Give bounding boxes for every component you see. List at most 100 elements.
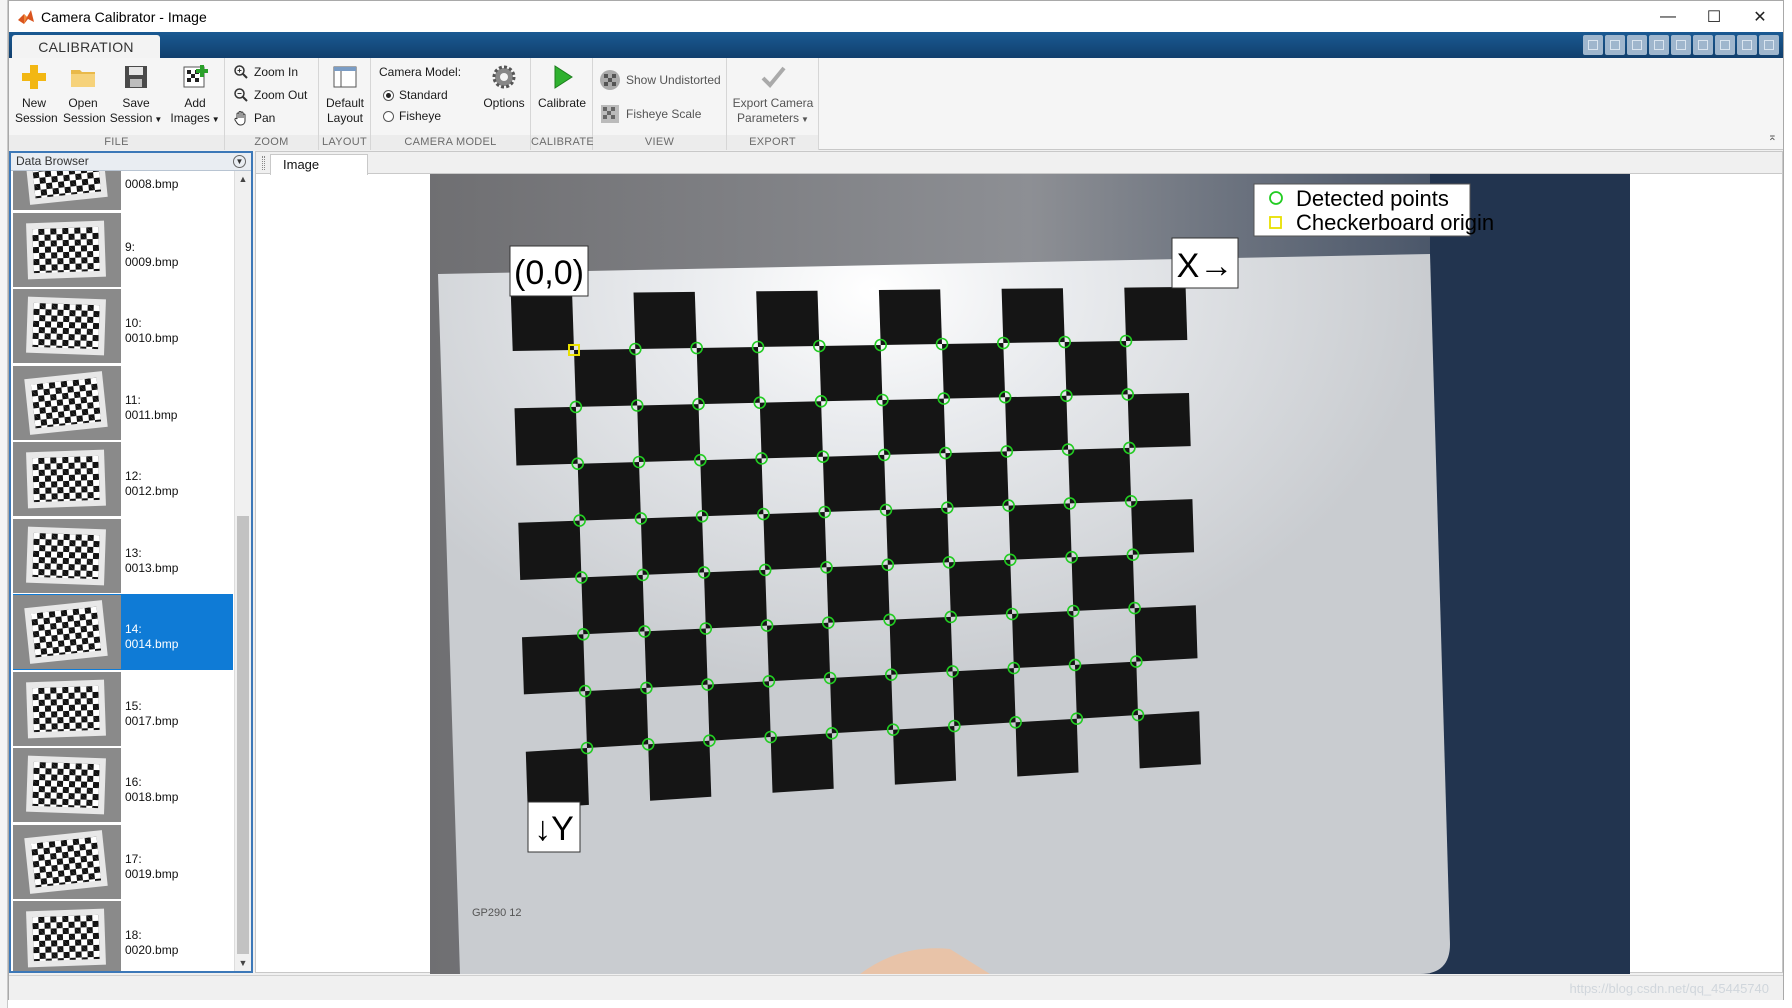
image-filename: 0018.bmp bbox=[125, 790, 179, 804]
zoom-out-button[interactable]: Zoom Out bbox=[233, 85, 307, 105]
qat-redo-icon[interactable] bbox=[1693, 35, 1713, 55]
list-item[interactable]: 18: 0020.bmp bbox=[13, 900, 233, 971]
image-label: 12: 0012.bmp bbox=[121, 441, 178, 517]
new-session-button[interactable]: New Session bbox=[15, 62, 58, 126]
zoom-in-button[interactable]: Zoom In bbox=[233, 62, 298, 82]
checker-square bbox=[942, 343, 1006, 399]
section-label-export: EXPORT bbox=[727, 135, 818, 150]
tab-image[interactable]: Image bbox=[270, 154, 368, 175]
checker-square bbox=[1124, 287, 1188, 341]
checker-square bbox=[1008, 503, 1072, 560]
list-item[interactable]: 9: 0009.bmp bbox=[13, 212, 233, 288]
checker-square bbox=[1001, 288, 1065, 343]
qat-collapse-icon[interactable] bbox=[1759, 35, 1779, 55]
image-thumbnail bbox=[13, 824, 121, 899]
image-label: 0008.bmp bbox=[121, 171, 178, 211]
checker-square bbox=[637, 404, 701, 462]
standard-radio[interactable]: Standard bbox=[383, 85, 448, 105]
add-images-button[interactable]: Add Images ▼ bbox=[169, 62, 221, 127]
checker-square bbox=[830, 674, 894, 734]
qat-cut-icon[interactable] bbox=[1605, 35, 1625, 55]
calibrate-button[interactable]: Calibrate bbox=[535, 62, 589, 111]
camera-model-label: Camera Model: bbox=[379, 65, 462, 79]
image-legend: Detected points Checkerboard origin bbox=[1253, 183, 1494, 237]
show-undistorted-label: Show Undistorted bbox=[626, 73, 721, 87]
image-list[interactable]: 0008.bmp 9: 0009.bmp 10: 0010.bmp 11: 0011.bmp… bbox=[11, 171, 233, 971]
image-label: 14: 0014.bmp bbox=[121, 594, 178, 670]
panel-menu-icon[interactable]: ▼ bbox=[233, 155, 246, 168]
list-item[interactable]: 11: 0011.bmp bbox=[13, 365, 233, 441]
list-item[interactable]: 17: 0019.bmp bbox=[13, 824, 233, 900]
ribbon-header: CALIBRATION bbox=[9, 32, 1783, 59]
section-camera-model: Camera Model: Standard Fisheye Options C… bbox=[371, 58, 531, 150]
image-thumbnail bbox=[13, 442, 121, 516]
default-layout-button[interactable]: Default Layout bbox=[323, 62, 367, 126]
hand-icon bbox=[234, 111, 246, 126]
list-item[interactable]: 0008.bmp bbox=[13, 171, 233, 211]
qat-save-icon[interactable] bbox=[1583, 35, 1603, 55]
quick-access-toolbar bbox=[1583, 35, 1779, 55]
checker-square bbox=[822, 454, 886, 512]
options-label: Options bbox=[483, 96, 525, 110]
checkmark-icon bbox=[761, 66, 786, 88]
checker-square bbox=[1068, 447, 1132, 504]
calibration-image[interactable]: GP290 12 (0,0) X→ ↓Y Detected points Che… bbox=[430, 174, 1630, 974]
image-label: 18: 0020.bmp bbox=[121, 900, 178, 971]
pan-label: Pan bbox=[254, 111, 276, 125]
qat-paste-icon[interactable] bbox=[1649, 35, 1669, 55]
section-view: Show Undistorted Fisheye Scale VIEW bbox=[593, 58, 727, 150]
image-thumbnail bbox=[13, 748, 121, 822]
new-session-label-1: New bbox=[21, 96, 46, 110]
checker-square bbox=[826, 564, 890, 623]
checker-square bbox=[1134, 605, 1198, 662]
data-browser-title: Data Browser bbox=[16, 154, 89, 168]
watermark-text: https://blog.csdn.net/qq_45445740 bbox=[1569, 981, 1770, 996]
save-session-button[interactable]: Save Session ▼ bbox=[109, 62, 163, 127]
section-label-zoom: ZOOM bbox=[225, 135, 318, 150]
scroll-thumb[interactable] bbox=[237, 516, 249, 954]
image-filename: 0008.bmp bbox=[125, 177, 179, 191]
checker-square bbox=[648, 740, 712, 801]
new-session-label-2: Session bbox=[15, 111, 58, 125]
origin-label: (0,0) bbox=[514, 254, 584, 292]
checker-square bbox=[763, 512, 827, 570]
pan-button[interactable]: Pan bbox=[233, 108, 275, 128]
image-number: 13: bbox=[125, 545, 142, 560]
export-camera-parameters-button[interactable]: Export Camera Parameters ▼ bbox=[731, 62, 815, 127]
image-list-scrollbar[interactable]: ▲ ▼ bbox=[234, 171, 251, 971]
show-undistorted-button[interactable]: Show Undistorted bbox=[599, 70, 721, 90]
qat-copy-icon[interactable] bbox=[1627, 35, 1647, 55]
maximize-button[interactable]: ☐ bbox=[1691, 1, 1737, 32]
qat-help-icon[interactable] bbox=[1737, 35, 1757, 55]
list-item[interactable]: 14: 0014.bmp bbox=[13, 594, 233, 670]
options-button[interactable]: Options bbox=[481, 62, 527, 111]
section-label-calibrate: CALIBRATE bbox=[531, 135, 595, 150]
list-item[interactable]: 15: 0017.bmp bbox=[13, 671, 233, 747]
scroll-down-icon[interactable]: ▼ bbox=[235, 955, 251, 971]
qat-switch-windows-icon[interactable] bbox=[1715, 35, 1735, 55]
qat-undo-icon[interactable] bbox=[1671, 35, 1691, 55]
checker-square bbox=[510, 293, 574, 351]
collapse-toolstrip-icon[interactable]: ⌅ bbox=[1768, 130, 1777, 143]
list-item[interactable]: 16: 0018.bmp bbox=[13, 747, 233, 823]
close-button[interactable]: ✕ bbox=[1737, 1, 1783, 32]
matlab-icon bbox=[18, 9, 34, 24]
gear-icon bbox=[492, 65, 516, 89]
list-item[interactable]: 10: 0010.bmp bbox=[13, 288, 233, 364]
image-background-dark bbox=[1430, 174, 1630, 974]
tab-calibration[interactable]: CALIBRATION bbox=[12, 35, 160, 59]
add-images-label-1: Add bbox=[184, 96, 206, 110]
y-axis-label: ↓Y bbox=[534, 810, 574, 848]
list-item[interactable]: 13: 0013.bmp bbox=[13, 518, 233, 594]
export-label-1: Export Camera bbox=[732, 96, 814, 110]
section-zoom: Zoom In Zoom Out Pan ZOOM bbox=[225, 58, 319, 150]
checker-square bbox=[514, 406, 578, 466]
fisheye-radio[interactable]: Fisheye bbox=[383, 106, 441, 126]
list-item[interactable]: 12: 0012.bmp bbox=[13, 441, 233, 517]
scroll-up-icon[interactable]: ▲ bbox=[235, 171, 251, 187]
plus-icon bbox=[22, 65, 46, 89]
open-session-button[interactable]: Open Session bbox=[63, 62, 106, 126]
checker-square bbox=[1012, 611, 1075, 669]
drag-grip-icon[interactable] bbox=[262, 156, 265, 170]
minimize-button[interactable]: — bbox=[1645, 1, 1691, 32]
